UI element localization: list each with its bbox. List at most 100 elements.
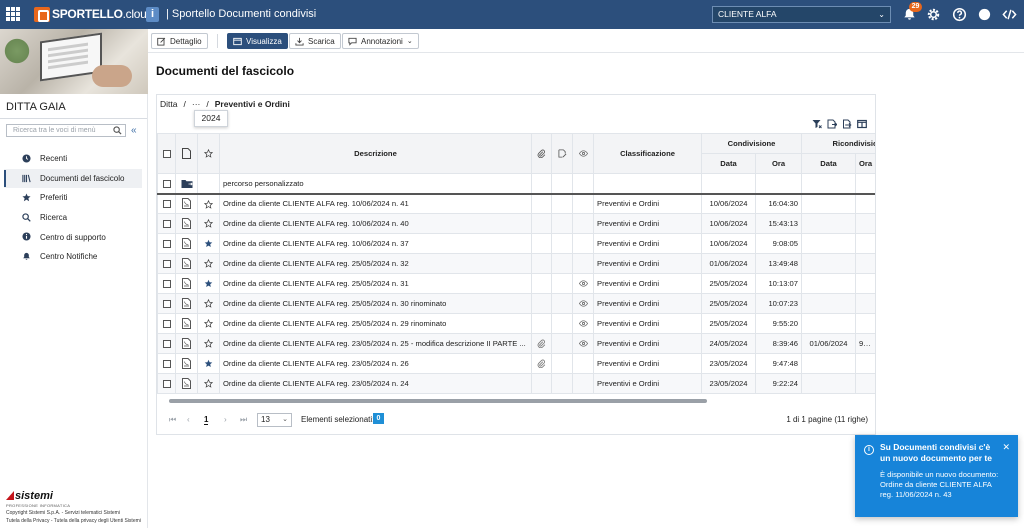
ora-header[interactable]: Ora xyxy=(755,153,802,174)
row-share-time: 13:49:48 xyxy=(755,253,802,274)
folder-row[interactable]: percorso personalizzato xyxy=(157,173,875,194)
table-row[interactable]: Ordine da cliente CLIENTE ALFA reg. 23/0… xyxy=(157,373,875,394)
info-button[interactable]: i xyxy=(146,7,159,22)
row-checkbox[interactable] xyxy=(162,179,171,188)
row-share-date: 25/05/2024 xyxy=(701,273,756,294)
sidebar-item-recenti[interactable]: Recenti xyxy=(4,149,142,169)
star-outline-icon[interactable] xyxy=(204,299,213,309)
sidebar-item-documenti[interactable]: Documenti del fascicolo xyxy=(4,168,142,189)
info-icon: i xyxy=(864,445,874,455)
row-checkbox[interactable] xyxy=(162,260,171,268)
ora-header[interactable]: Ora xyxy=(854,153,875,174)
row-checkbox[interactable] xyxy=(162,340,171,348)
table-row[interactable]: Ordine da cliente CLIENTE ALFA reg. 25/0… xyxy=(157,313,875,334)
star-outline-icon[interactable] xyxy=(204,379,213,389)
sidebar-item-ricerca[interactable]: Ricerca xyxy=(4,208,142,228)
logo: SPORTELLO.cloud® xyxy=(34,6,157,22)
view-icon xyxy=(233,37,242,45)
sidebar-item-centro-notifiche[interactable]: Centro Notifiche xyxy=(4,247,142,267)
visualizza-button[interactable]: Visualizza xyxy=(227,33,288,49)
data-header[interactable]: Data xyxy=(701,153,756,174)
star-filled-icon[interactable] xyxy=(204,359,213,368)
table-row[interactable]: Ordine da cliente CLIENTE ALFA reg. 25/0… xyxy=(157,253,875,274)
scarica-label: Scarica xyxy=(308,36,335,46)
breadcrumb-separator: / xyxy=(206,99,209,109)
star-outline-icon[interactable] xyxy=(204,259,213,269)
client-select[interactable]: CLIENTE ALFA ⌄ xyxy=(712,6,891,23)
edit-icon xyxy=(157,37,166,46)
current-page[interactable]: 1 xyxy=(204,415,209,425)
row-classification: Preventivi e Ordini xyxy=(593,273,702,294)
sidebar-item-centro-supporto[interactable]: Centro di supporto xyxy=(4,227,142,247)
star-outline-icon[interactable] xyxy=(204,199,213,209)
breadcrumb-ellipsis[interactable]: ··· xyxy=(192,99,201,109)
breadcrumb-root[interactable]: Ditta xyxy=(160,99,177,109)
classificazione-header[interactable]: Classificazione xyxy=(593,133,702,174)
code-icon[interactable] xyxy=(1002,7,1017,22)
eye-icon xyxy=(578,340,588,347)
collapse-sidebar-button[interactable]: « xyxy=(131,125,137,136)
table-row[interactable]: Ordine da cliente CLIENTE ALFA reg. 10/0… xyxy=(157,233,875,254)
next-page-button[interactable]: › xyxy=(224,415,227,424)
star-outline-icon[interactable] xyxy=(204,319,213,329)
row-checkbox[interactable] xyxy=(162,360,171,368)
sidebar-item-preferiti[interactable]: Preferiti xyxy=(4,188,142,208)
file-export-icon[interactable] xyxy=(842,119,852,129)
row-share-time: 10:07:23 xyxy=(755,293,802,314)
table-row[interactable]: Ordine da cliente CLIENTE ALFA reg. 23/0… xyxy=(157,333,875,354)
row-checkbox[interactable] xyxy=(162,200,171,209)
app-grid-icon[interactable] xyxy=(6,7,20,21)
horizontal-scrollbar[interactable] xyxy=(157,399,875,404)
descrizione-header[interactable]: Descrizione xyxy=(219,133,532,174)
select-all-header[interactable] xyxy=(157,133,176,174)
first-page-button[interactable]: ⏮ xyxy=(169,415,176,425)
row-checkbox[interactable] xyxy=(162,220,171,228)
columns-icon[interactable] xyxy=(857,119,867,129)
row-checkbox[interactable] xyxy=(162,240,171,248)
star-filled-icon[interactable] xyxy=(204,239,213,248)
export-icon[interactable] xyxy=(827,119,837,129)
last-page-button[interactable]: ⏭ xyxy=(240,415,247,425)
table-row[interactable]: Ordine da cliente CLIENTE ALFA reg. 10/0… xyxy=(157,193,875,214)
table-row[interactable]: Ordine da cliente CLIENTE ALFA reg. 25/0… xyxy=(157,273,875,294)
star-outline-icon[interactable] xyxy=(204,339,213,349)
dettaglio-button[interactable]: Dettaglio xyxy=(151,33,208,49)
breadcrumb-current: Preventivi e Ordini xyxy=(214,99,290,109)
paperclip-icon[interactable] xyxy=(537,339,546,349)
data-header[interactable]: Data xyxy=(801,153,856,174)
row-share-date: 25/05/2024 xyxy=(701,313,756,334)
row-checkbox[interactable] xyxy=(162,320,171,328)
row-checkbox[interactable] xyxy=(162,300,171,308)
scarica-button[interactable]: Scarica xyxy=(289,33,341,49)
row-checkbox[interactable] xyxy=(162,380,171,388)
prev-page-button[interactable]: ‹ xyxy=(187,415,190,424)
gear-icon[interactable] xyxy=(926,7,941,22)
select-all-checkbox[interactable] xyxy=(162,150,171,158)
user-avatar-icon[interactable] xyxy=(977,7,992,22)
bell-icon xyxy=(23,252,30,260)
row-classification: Preventivi e Ordini xyxy=(593,253,702,274)
row-share-date: 10/06/2024 xyxy=(701,193,756,214)
pdf-icon xyxy=(182,358,191,369)
row-checkbox[interactable] xyxy=(162,280,171,288)
star-outline-icon[interactable] xyxy=(204,219,213,229)
pager: ⏮ ‹ 1 › ⏭ 13 ⌄ Elementi selezionati: 0 1… xyxy=(157,410,875,432)
star-filled-icon[interactable] xyxy=(204,279,213,288)
notification-toast[interactable]: i Su Documenti condivisi c'è un nuovo do… xyxy=(855,435,1018,517)
table-row[interactable]: Ordine da cliente CLIENTE ALFA reg. 23/0… xyxy=(157,353,875,374)
table-row[interactable]: Ordine da cliente CLIENTE ALFA reg. 25/0… xyxy=(157,293,875,314)
privacy-link[interactable]: Tutela della Privacy - Tutela della priv… xyxy=(6,518,141,524)
close-icon[interactable]: ✕ xyxy=(1002,442,1010,453)
paperclip-icon[interactable] xyxy=(537,359,546,369)
help-icon[interactable] xyxy=(952,7,967,22)
annotazioni-button[interactable]: Annotazioni ⌄ xyxy=(342,33,419,49)
annotation-icon xyxy=(348,37,357,46)
menu-search-input[interactable]: Ricerca tra le voci di menù xyxy=(6,124,126,137)
scrollbar-thumb[interactable] xyxy=(169,399,707,403)
table-row[interactable]: Ordine da cliente CLIENTE ALFA reg. 10/0… xyxy=(157,213,875,234)
copyright-link[interactable]: Copyright Sistemi S.p.A. - Servizi telem… xyxy=(6,510,120,516)
row-description: Ordine da cliente CLIENTE ALFA reg. 10/0… xyxy=(219,193,532,214)
clear-filter-icon[interactable] xyxy=(812,119,822,129)
sidebar-item-label: Centro di supporto xyxy=(40,232,106,242)
page-size-select[interactable]: 13 ⌄ xyxy=(257,413,292,427)
